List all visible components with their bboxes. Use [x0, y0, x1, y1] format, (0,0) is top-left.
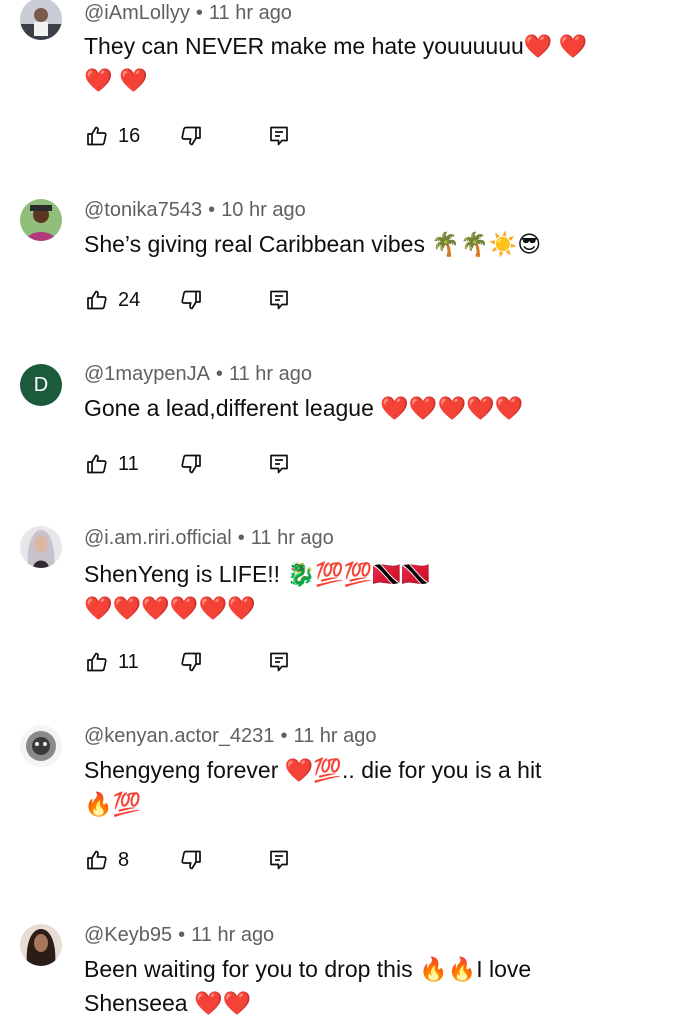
avatar-image — [20, 725, 62, 767]
avatar-image — [20, 199, 62, 241]
comment-line: Been waiting for you to drop this 🔥🔥I lo… — [84, 956, 532, 982]
comment-text: Shengyeng forever ❤️💯.. die for you is a… — [84, 753, 644, 821]
comment-time[interactable]: 10 hr ago — [221, 199, 306, 221]
comment-line: ❤️ ❤️ — [84, 67, 148, 93]
comment-author[interactable]: @i.am.riri.official — [84, 527, 232, 549]
avatar[interactable] — [20, 199, 62, 241]
comment-text: She’s giving real Caribbean vibes 🌴🌴☀️😎 — [84, 227, 644, 261]
comment-line: She’s giving real Caribbean vibes 🌴🌴☀️😎 — [84, 231, 542, 257]
comment-meta: @iAmLollyy • 11 hr ago — [84, 2, 292, 24]
reply-icon[interactable] — [266, 287, 292, 313]
comment-text: Gone a lead,different league ❤️❤️❤️❤️❤️ — [84, 391, 644, 425]
like-count: 11 — [118, 452, 139, 475]
like-count: 16 — [118, 124, 141, 147]
like-count: 11 — [118, 650, 139, 673]
comment-meta: @kenyan.actor_4231 • 11 hr ago — [84, 725, 377, 747]
comment-actions: 24 — [84, 285, 292, 315]
comment-actions: 11 — [84, 647, 292, 677]
thumbs-up-icon[interactable] — [84, 123, 110, 149]
comment-time[interactable]: 11 hr ago — [229, 363, 312, 385]
thumbs-down-icon[interactable] — [178, 287, 204, 313]
comment-time[interactable]: 11 hr ago — [209, 2, 292, 24]
comment-line: Shengyeng forever ❤️💯.. die for you is a… — [84, 757, 542, 783]
comment-author[interactable]: @tonika7543 — [84, 199, 202, 221]
thumbs-down-icon[interactable] — [178, 649, 204, 675]
comment-line: They can NEVER make me hate youuuuuu❤️ ❤… — [84, 33, 588, 59]
comment-text: Been waiting for you to drop this 🔥🔥I lo… — [84, 952, 644, 1020]
comment-line: Gone a lead,different league ❤️❤️❤️❤️❤️ — [84, 395, 524, 421]
comment-meta: @i.am.riri.official • 11 hr ago — [84, 527, 334, 549]
avatar[interactable]: D — [20, 364, 62, 406]
avatar[interactable] — [20, 526, 62, 568]
comment-line: ❤️❤️❤️❤️❤️❤️ — [84, 595, 256, 621]
comment-author[interactable]: @1maypenJA — [84, 363, 210, 385]
comment-actions: 11 — [84, 449, 292, 479]
avatar[interactable] — [20, 725, 62, 767]
avatar-image — [20, 0, 62, 40]
thumbs-up-icon[interactable] — [84, 287, 110, 313]
comment-text: ShenYeng is LIFE!! 🐉💯💯🇹🇹🇹🇹 ❤️❤️❤️❤️❤️❤️ — [84, 557, 644, 625]
comment-author[interactable]: @Keyb95 — [84, 924, 172, 946]
comment-line: 🔥💯 — [84, 791, 142, 817]
comment-meta: @tonika7543 • 10 hr ago — [84, 199, 306, 221]
comment-time[interactable]: 11 hr ago — [191, 924, 274, 946]
like-count: 8 — [118, 848, 130, 871]
comment-actions: 8 — [84, 845, 292, 875]
comment-meta: @1maypenJA • 11 hr ago — [84, 363, 312, 385]
thumbs-up-icon[interactable] — [84, 847, 110, 873]
comment-time[interactable]: 11 hr ago — [293, 725, 376, 747]
like-count: 24 — [118, 288, 141, 311]
comment-actions: 16 — [84, 121, 292, 151]
avatar[interactable] — [20, 0, 62, 40]
thumbs-down-icon[interactable] — [178, 847, 204, 873]
avatar[interactable] — [20, 924, 62, 966]
comment-time[interactable]: 11 hr ago — [251, 527, 334, 549]
avatar-image — [20, 924, 62, 966]
comment-line: ShenYeng is LIFE!! 🐉💯💯🇹🇹🇹🇹 — [84, 561, 430, 587]
thumbs-up-icon[interactable] — [84, 451, 110, 477]
avatar-image — [20, 526, 62, 568]
comment-text: They can NEVER make me hate youuuuuu❤️ ❤… — [84, 29, 644, 97]
comment-author[interactable]: @kenyan.actor_4231 — [84, 725, 274, 747]
reply-icon[interactable] — [266, 123, 292, 149]
reply-icon[interactable] — [266, 649, 292, 675]
thumbs-up-icon[interactable] — [84, 649, 110, 675]
comment-author[interactable]: @iAmLollyy — [84, 2, 190, 24]
thumbs-down-icon[interactable] — [178, 451, 204, 477]
thumbs-down-icon[interactable] — [178, 123, 204, 149]
avatar-letter: D — [33, 373, 49, 396]
reply-icon[interactable] — [266, 847, 292, 873]
comment-meta: @Keyb95 • 11 hr ago — [84, 924, 275, 946]
comment-line: Shenseea ❤️❤️ — [84, 990, 252, 1016]
reply-icon[interactable] — [266, 451, 292, 477]
